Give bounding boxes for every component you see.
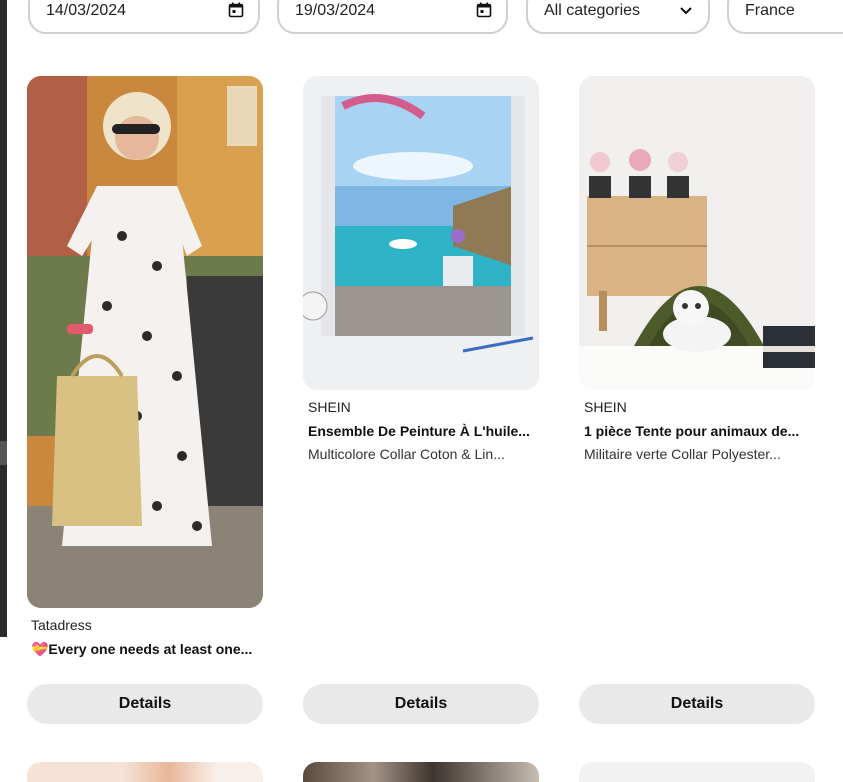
filter-bar: 14/03/2024 19/03/2024 All categories Fra… [0, 0, 843, 40]
end-date-field[interactable]: 19/03/2024 [277, 0, 508, 34]
left-panel-edge [0, 0, 7, 637]
calendar-icon[interactable] [476, 2, 492, 18]
start-date-field[interactable]: 14/03/2024 [28, 0, 260, 34]
product-card[interactable]: Tatadress 💝Every one needs at least one.… [27, 76, 263, 658]
details-button[interactable]: Details [27, 684, 263, 724]
start-date-value: 14/03/2024 [46, 2, 127, 19]
category-value: All categories [544, 2, 641, 19]
end-date-value: 19/03/2024 [295, 2, 376, 19]
product-image[interactable] [303, 76, 539, 390]
country-select[interactable]: France [727, 0, 843, 34]
country-value: France [745, 2, 795, 19]
calendar-icon[interactable] [228, 2, 244, 18]
product-image-painting [303, 76, 539, 390]
product-brand: Tatadress [31, 617, 92, 633]
product-subtitle: Multicolore Collar Coton & Lin... [308, 446, 505, 462]
product-title[interactable]: 1 pièce Tente pour animaux de... [584, 423, 815, 439]
product-brand: SHEIN [584, 399, 627, 415]
chevron-down-icon [680, 7, 692, 15]
product-image-dress [27, 76, 263, 608]
category-select[interactable]: All categories [526, 0, 710, 34]
details-button[interactable]: Details [579, 684, 815, 724]
left-panel-handle [0, 441, 7, 465]
product-image-pet-tent [579, 76, 815, 390]
product-subtitle: Militaire verte Collar Polyester... [584, 446, 781, 462]
next-row-product-image[interactable] [27, 762, 263, 782]
next-row-product-image[interactable] [579, 762, 815, 782]
product-title[interactable]: 💝Every one needs at least one... [31, 641, 263, 658]
product-brand: SHEIN [308, 399, 351, 415]
product-card[interactable]: SHEIN Ensemble De Peinture À L'huile... … [303, 76, 539, 462]
next-row-product-image[interactable] [303, 762, 539, 782]
product-image[interactable] [27, 76, 263, 608]
product-card[interactable]: SHEIN 1 pièce Tente pour animaux de... M… [579, 76, 815, 462]
product-image[interactable] [579, 76, 815, 390]
details-button[interactable]: Details [303, 684, 539, 724]
product-title[interactable]: Ensemble De Peinture À L'huile... [308, 423, 539, 439]
